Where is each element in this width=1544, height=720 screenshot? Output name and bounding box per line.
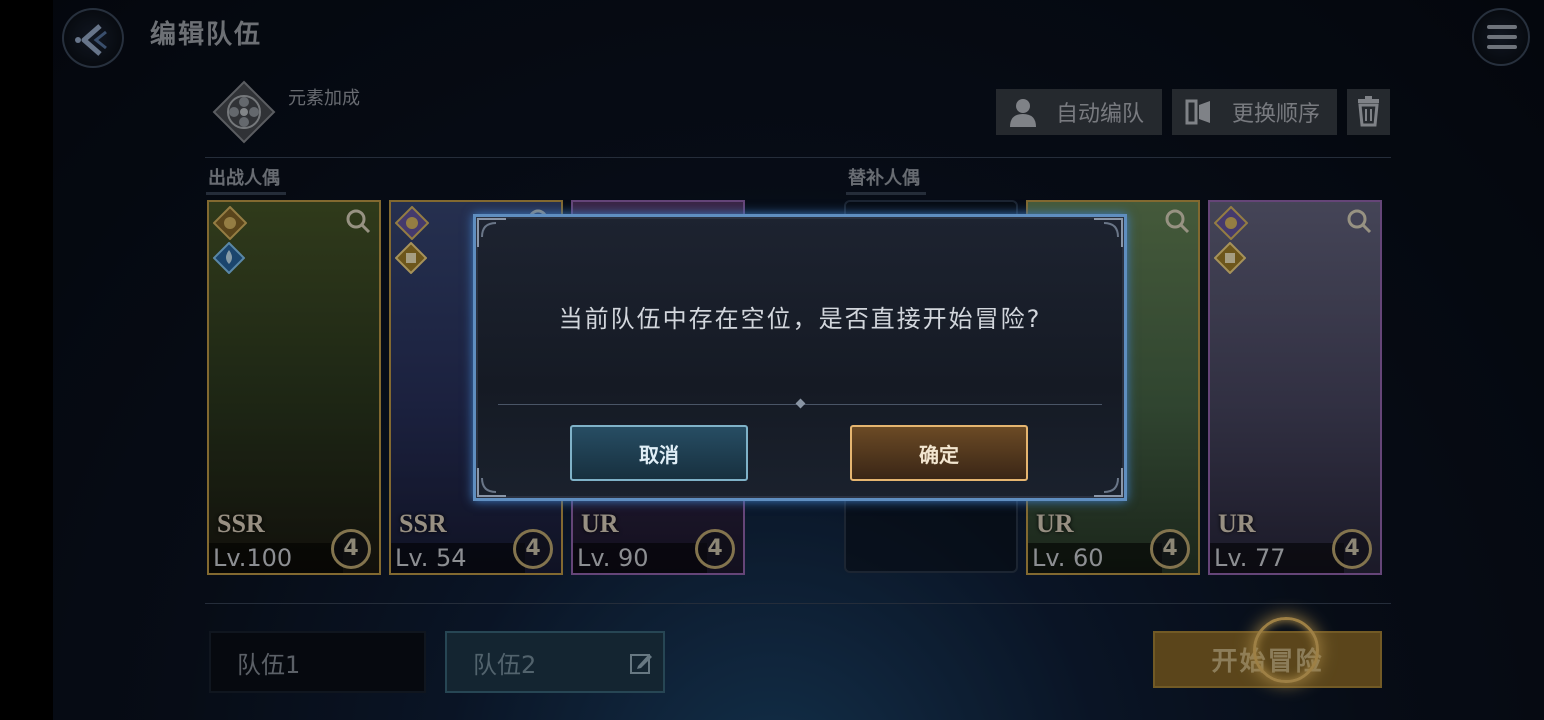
person-icon bbox=[1006, 95, 1040, 129]
class-emblem-icon: 4 bbox=[695, 529, 735, 569]
level-label: Lv. 90 bbox=[573, 543, 707, 573]
team-1-label: 队伍1 bbox=[237, 650, 301, 679]
class-emblem-icon: 4 bbox=[1332, 529, 1372, 569]
glow-ring-effect bbox=[1253, 617, 1319, 683]
ornament-corner-icon bbox=[477, 218, 506, 247]
page-title: 编辑队伍 bbox=[150, 20, 263, 50]
team-tab-1[interactable]: 队伍1 bbox=[209, 631, 426, 693]
auto-team-button[interactable]: 自动编队 bbox=[996, 89, 1162, 135]
team-tab-2[interactable]: 队伍2 bbox=[445, 631, 665, 693]
level-label: Lv. 54 bbox=[391, 543, 525, 573]
menu-button[interactable] bbox=[1472, 8, 1530, 66]
inspect-icon[interactable] bbox=[345, 208, 371, 234]
ornament-corner-icon bbox=[477, 468, 506, 497]
trash-icon bbox=[1358, 96, 1379, 127]
ornament-corner-icon bbox=[1094, 218, 1123, 247]
active-dolls-label: 出战人偶 bbox=[206, 164, 286, 195]
light-element-icon bbox=[395, 242, 427, 274]
class-emblem-icon: 4 bbox=[331, 529, 371, 569]
rarity-label: UR bbox=[1036, 509, 1074, 538]
dialog-message: 当前队伍中存在空位，是否直接开始冒险? bbox=[558, 305, 1042, 333]
level-label: Lv. 77 bbox=[1210, 543, 1344, 573]
element-bonus-label: 元素加成 bbox=[288, 88, 360, 109]
cancel-button[interactable]: 取消 bbox=[570, 425, 748, 481]
level-label: Lv.100 bbox=[209, 543, 343, 573]
reorder-cards-icon bbox=[1182, 95, 1216, 129]
rarity-label: SSR bbox=[399, 509, 447, 538]
level-label: Lv. 60 bbox=[1028, 543, 1162, 573]
class-emblem-icon: 4 bbox=[1150, 529, 1190, 569]
edit-icon[interactable] bbox=[629, 651, 653, 675]
delete-button[interactable] bbox=[1347, 89, 1390, 135]
auto-team-label: 自动编队 bbox=[1056, 102, 1145, 127]
confirm-button[interactable]: 确定 bbox=[850, 425, 1028, 481]
reorder-button[interactable]: 更换顺序 bbox=[1172, 89, 1337, 135]
team-2-label: 队伍2 bbox=[473, 650, 537, 679]
back-button[interactable] bbox=[62, 8, 124, 68]
star-badge-icon bbox=[1214, 206, 1248, 240]
screen-edge bbox=[0, 0, 53, 720]
confirm-dialog: 当前队伍中存在空位，是否直接开始冒险? 取消 确定 bbox=[473, 214, 1127, 501]
light-element-icon bbox=[1214, 242, 1246, 274]
game-screen: 编辑队伍 元素加成 自动编队 更换顺序 出战人偶 替补人偶 SSR Lv.100… bbox=[0, 0, 1544, 720]
cancel-label: 取消 bbox=[639, 442, 679, 467]
star-badge-icon bbox=[395, 206, 429, 240]
bottom-divider bbox=[205, 603, 1391, 604]
inspect-icon[interactable] bbox=[1164, 208, 1190, 234]
confirm-label: 确定 bbox=[919, 442, 959, 467]
rarity-label: UR bbox=[1218, 509, 1256, 538]
inspect-icon[interactable] bbox=[1346, 208, 1372, 234]
reorder-label: 更换顺序 bbox=[1232, 102, 1321, 127]
active-doll-card-1[interactable]: SSR Lv.100 4 bbox=[207, 200, 381, 575]
dialog-divider bbox=[498, 398, 1102, 409]
star-badge-icon bbox=[213, 206, 247, 240]
ornament-corner-icon bbox=[1094, 468, 1123, 497]
class-emblem-icon: 4 bbox=[513, 529, 553, 569]
top-divider bbox=[205, 157, 1391, 158]
back-arrow-icon bbox=[75, 24, 107, 56]
reserve-dolls-label: 替补人偶 bbox=[846, 164, 926, 195]
rarity-label: SSR bbox=[217, 509, 265, 538]
water-element-icon bbox=[213, 242, 245, 274]
rarity-label: UR bbox=[581, 509, 619, 538]
element-emblem-icon[interactable] bbox=[212, 80, 276, 144]
reserve-doll-card-2[interactable]: UR Lv. 77 4 bbox=[1208, 200, 1382, 575]
